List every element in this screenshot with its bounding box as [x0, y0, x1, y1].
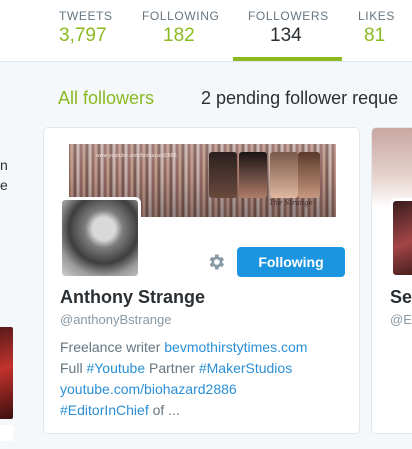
bio-text: Full	[60, 360, 87, 376]
banner-signature: The Strange	[269, 199, 313, 207]
bio-text: Freelance writer	[60, 339, 165, 355]
gear-icon[interactable]	[206, 252, 226, 272]
left-partial-card	[0, 425, 13, 441]
left-partial-image	[0, 327, 13, 419]
banner-url-text: www.youtube.com/biohazard2886	[96, 153, 177, 159]
stat-following[interactable]: FOLLOWING 182	[142, 9, 219, 62]
left-partial-text: n e	[0, 155, 12, 195]
stat-followers[interactable]: FOLLOWERS 134	[248, 9, 329, 62]
bio-text: of ...	[148, 402, 180, 418]
following-button[interactable]: Following	[237, 247, 345, 277]
profile-name[interactable]: Se	[390, 286, 412, 308]
profile-handle[interactable]: @E	[390, 312, 412, 327]
followers-subtabs: All followers 2 pending follower reque	[0, 86, 412, 112]
bio-hashtag-link[interactable]: #EditorInChief	[60, 402, 149, 418]
tab-all-followers[interactable]: All followers	[58, 86, 154, 110]
banner-photo	[298, 152, 320, 198]
stat-likes-value: 81	[364, 25, 386, 46]
stat-tweets-label: TWEETS	[59, 9, 113, 23]
avatar[interactable]	[390, 198, 412, 278]
tab-pending-followers[interactable]: 2 pending follower reque	[201, 86, 398, 110]
stat-followers-label: FOLLOWERS	[248, 9, 329, 23]
stat-tweets-value: 3,797	[59, 25, 107, 46]
banner-photo	[209, 152, 237, 198]
active-tab-underline	[233, 57, 342, 61]
follower-card-partial[interactable]: Se @E	[371, 127, 412, 434]
stat-likes-label: LIKES	[358, 9, 396, 23]
bio-hashtag-link[interactable]: #MakerStudios	[199, 360, 292, 376]
bio-link[interactable]: bevmothirstytimes.com	[164, 339, 307, 355]
stat-followers-value: 134	[270, 25, 302, 46]
profile-banner	[372, 128, 412, 208]
bio-line: Full #Youtube Partner #MakerStudios	[60, 358, 350, 379]
stat-likes[interactable]: LIKES 81	[358, 9, 395, 62]
profile-stats-bar: TWEETS 3,797 FOLLOWING 182 FOLLOWERS 134…	[0, 0, 412, 62]
profile-name[interactable]: Anthony Strange	[60, 286, 205, 308]
banner-photo	[239, 152, 267, 198]
bio-line: youtube.com/biohazard2886	[60, 379, 350, 400]
bio-line: Freelance writer bevmothirstytimes.com	[60, 337, 350, 358]
follower-card[interactable]: www.youtube.com/biohazard2886 The Strang…	[43, 127, 360, 434]
bio-hashtag-link[interactable]: #Youtube	[86, 360, 145, 376]
stat-following-value: 182	[163, 25, 195, 46]
bio-text: Partner	[145, 360, 199, 376]
left-partial-line: n	[0, 157, 8, 173]
avatar[interactable]	[59, 197, 141, 279]
left-partial-line: e	[0, 177, 8, 193]
bio-link[interactable]: youtube.com/biohazard2886	[60, 381, 237, 397]
banner-photo	[270, 152, 298, 198]
stat-tweets[interactable]: TWEETS 3,797	[59, 9, 113, 62]
profile-bio: Freelance writer bevmothirstytimes.com F…	[60, 337, 350, 421]
profile-handle[interactable]: @anthonyBstrange	[60, 312, 172, 328]
stat-following-label: FOLLOWING	[142, 9, 220, 23]
bio-line: #EditorInChief of ...	[60, 400, 350, 421]
